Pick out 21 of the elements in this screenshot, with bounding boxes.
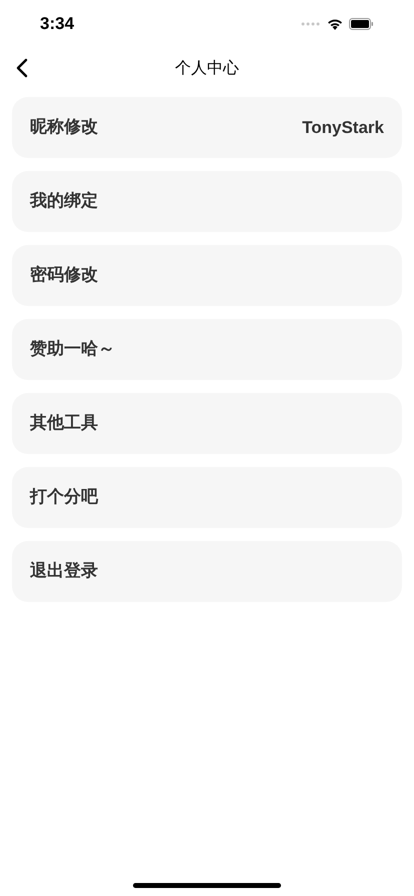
menu-item[interactable]: 退出登录: [12, 541, 402, 602]
menu-item[interactable]: 其他工具: [12, 393, 402, 454]
page-title: 个人中心: [175, 57, 239, 79]
signal-icon: [301, 22, 321, 26]
nickname-value: TonyStark: [302, 116, 384, 139]
battery-icon: [349, 18, 374, 30]
menu-item[interactable]: 赞助一哈～: [12, 319, 402, 380]
menu-item-label: 打个分吧: [30, 486, 98, 509]
wifi-icon: [327, 18, 343, 30]
menu-item-label: 赞助一哈～: [30, 338, 115, 361]
back-icon: [16, 58, 28, 78]
menu-item-label: 密码修改: [30, 264, 98, 287]
menu-item[interactable]: 我的绑定: [12, 171, 402, 232]
menu-item-label: 其他工具: [30, 412, 98, 435]
menu-item-label: 我的绑定: [30, 190, 98, 213]
menu-item-label: 昵称修改: [30, 116, 98, 139]
menu-item[interactable]: 打个分吧: [12, 467, 402, 528]
menu-item[interactable]: 密码修改: [12, 245, 402, 306]
menu-item-label: 退出登录: [30, 560, 98, 583]
menu-item[interactable]: 昵称修改 TonyStark: [12, 97, 402, 158]
status-time: 3:34: [40, 13, 74, 36]
